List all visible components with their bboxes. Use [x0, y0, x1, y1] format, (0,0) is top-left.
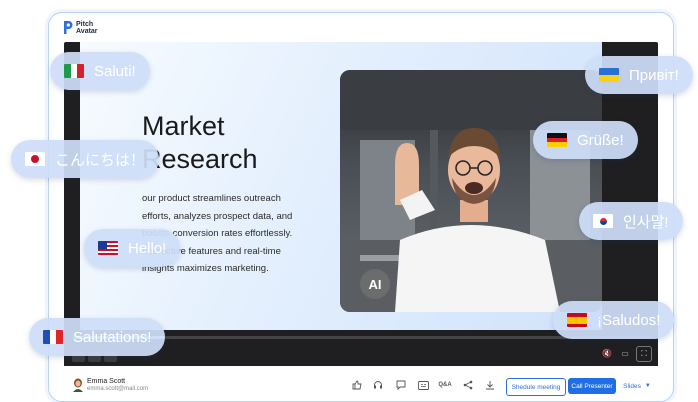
japan-flag-icon — [25, 152, 45, 166]
user-avatar — [73, 378, 83, 392]
chevron-down-icon: ▼ — [644, 383, 651, 389]
greeting-text: Привіт! — [629, 66, 679, 84]
qa-icon[interactable]: Q&A — [437, 377, 453, 393]
greeting-text: Saluti! — [94, 62, 136, 80]
greeting-text: 인사말! — [623, 213, 669, 231]
fullscreen-icon[interactable]: ⛶ — [636, 346, 652, 362]
captions-toggle-icon[interactable]: ▭ — [618, 346, 632, 360]
slides-dropdown[interactable]: Slides ▼ — [621, 378, 653, 394]
greeting-text: Salutations! — [73, 328, 152, 346]
thumbs-up-icon[interactable] — [349, 377, 365, 393]
slide-title-line2: Research — [142, 144, 258, 174]
download-icon[interactable] — [482, 377, 498, 393]
greeting-bubble-german: Grüße! — [533, 121, 638, 159]
spain-flag-icon — [567, 313, 587, 327]
schedule-meeting-button[interactable]: Shedule meeting — [506, 378, 566, 396]
user-email: emma.scott@mail.com — [87, 386, 149, 392]
captions-icon[interactable] — [415, 377, 431, 393]
greeting-bubble-spanish: ¡Saludos! — [553, 301, 675, 339]
france-flag-icon — [43, 330, 63, 344]
headset-icon[interactable] — [370, 377, 386, 393]
pitch-avatar-logo-icon — [64, 21, 73, 34]
usa-flag-icon — [98, 241, 118, 255]
pitch-avatar-logo[interactable]: Pitch Avatar — [62, 20, 98, 35]
greeting-bubble-italian: Saluti! — [50, 52, 150, 90]
greeting-bubble-french: Salutations! — [29, 318, 166, 356]
mute-icon[interactable]: 🔇 — [600, 346, 614, 360]
slide-body-line: our product streamlines outreach — [142, 193, 281, 204]
chat-icon[interactable] — [393, 377, 409, 393]
south-korea-flag-icon — [593, 214, 613, 228]
greeting-bubble-japanese: こんにちは！ — [11, 140, 160, 178]
germany-flag-icon — [547, 133, 567, 147]
logo-line2: Avatar — [76, 27, 98, 35]
ai-avatar-badge: AI — [360, 269, 390, 299]
greeting-bubble-english: Hello! — [84, 229, 181, 267]
greeting-bubble-ukrainian: Привіт! — [585, 56, 693, 94]
greeting-text: こんにちは！ — [55, 151, 146, 169]
greeting-text: Hello! — [128, 239, 167, 257]
italy-flag-icon — [64, 64, 84, 78]
call-presenter-button[interactable]: Call Presenter — [568, 378, 616, 394]
user-name: Emma Scott — [87, 378, 126, 385]
slide-title: Market Research — [142, 110, 258, 176]
greeting-text: ¡Saludos! — [597, 311, 661, 329]
slide-title-line1: Market — [142, 111, 225, 141]
slide-body-line: efforts, analyzes prospect data, and — [142, 210, 293, 222]
ukraine-flag-icon — [599, 68, 619, 82]
slides-label: Slides — [623, 382, 641, 390]
share-icon[interactable] — [460, 377, 476, 393]
logo-line1: Pitch — [76, 20, 94, 28]
greeting-bubble-korean: 인사말! — [579, 202, 683, 240]
greeting-text: Grüße! — [577, 131, 624, 149]
